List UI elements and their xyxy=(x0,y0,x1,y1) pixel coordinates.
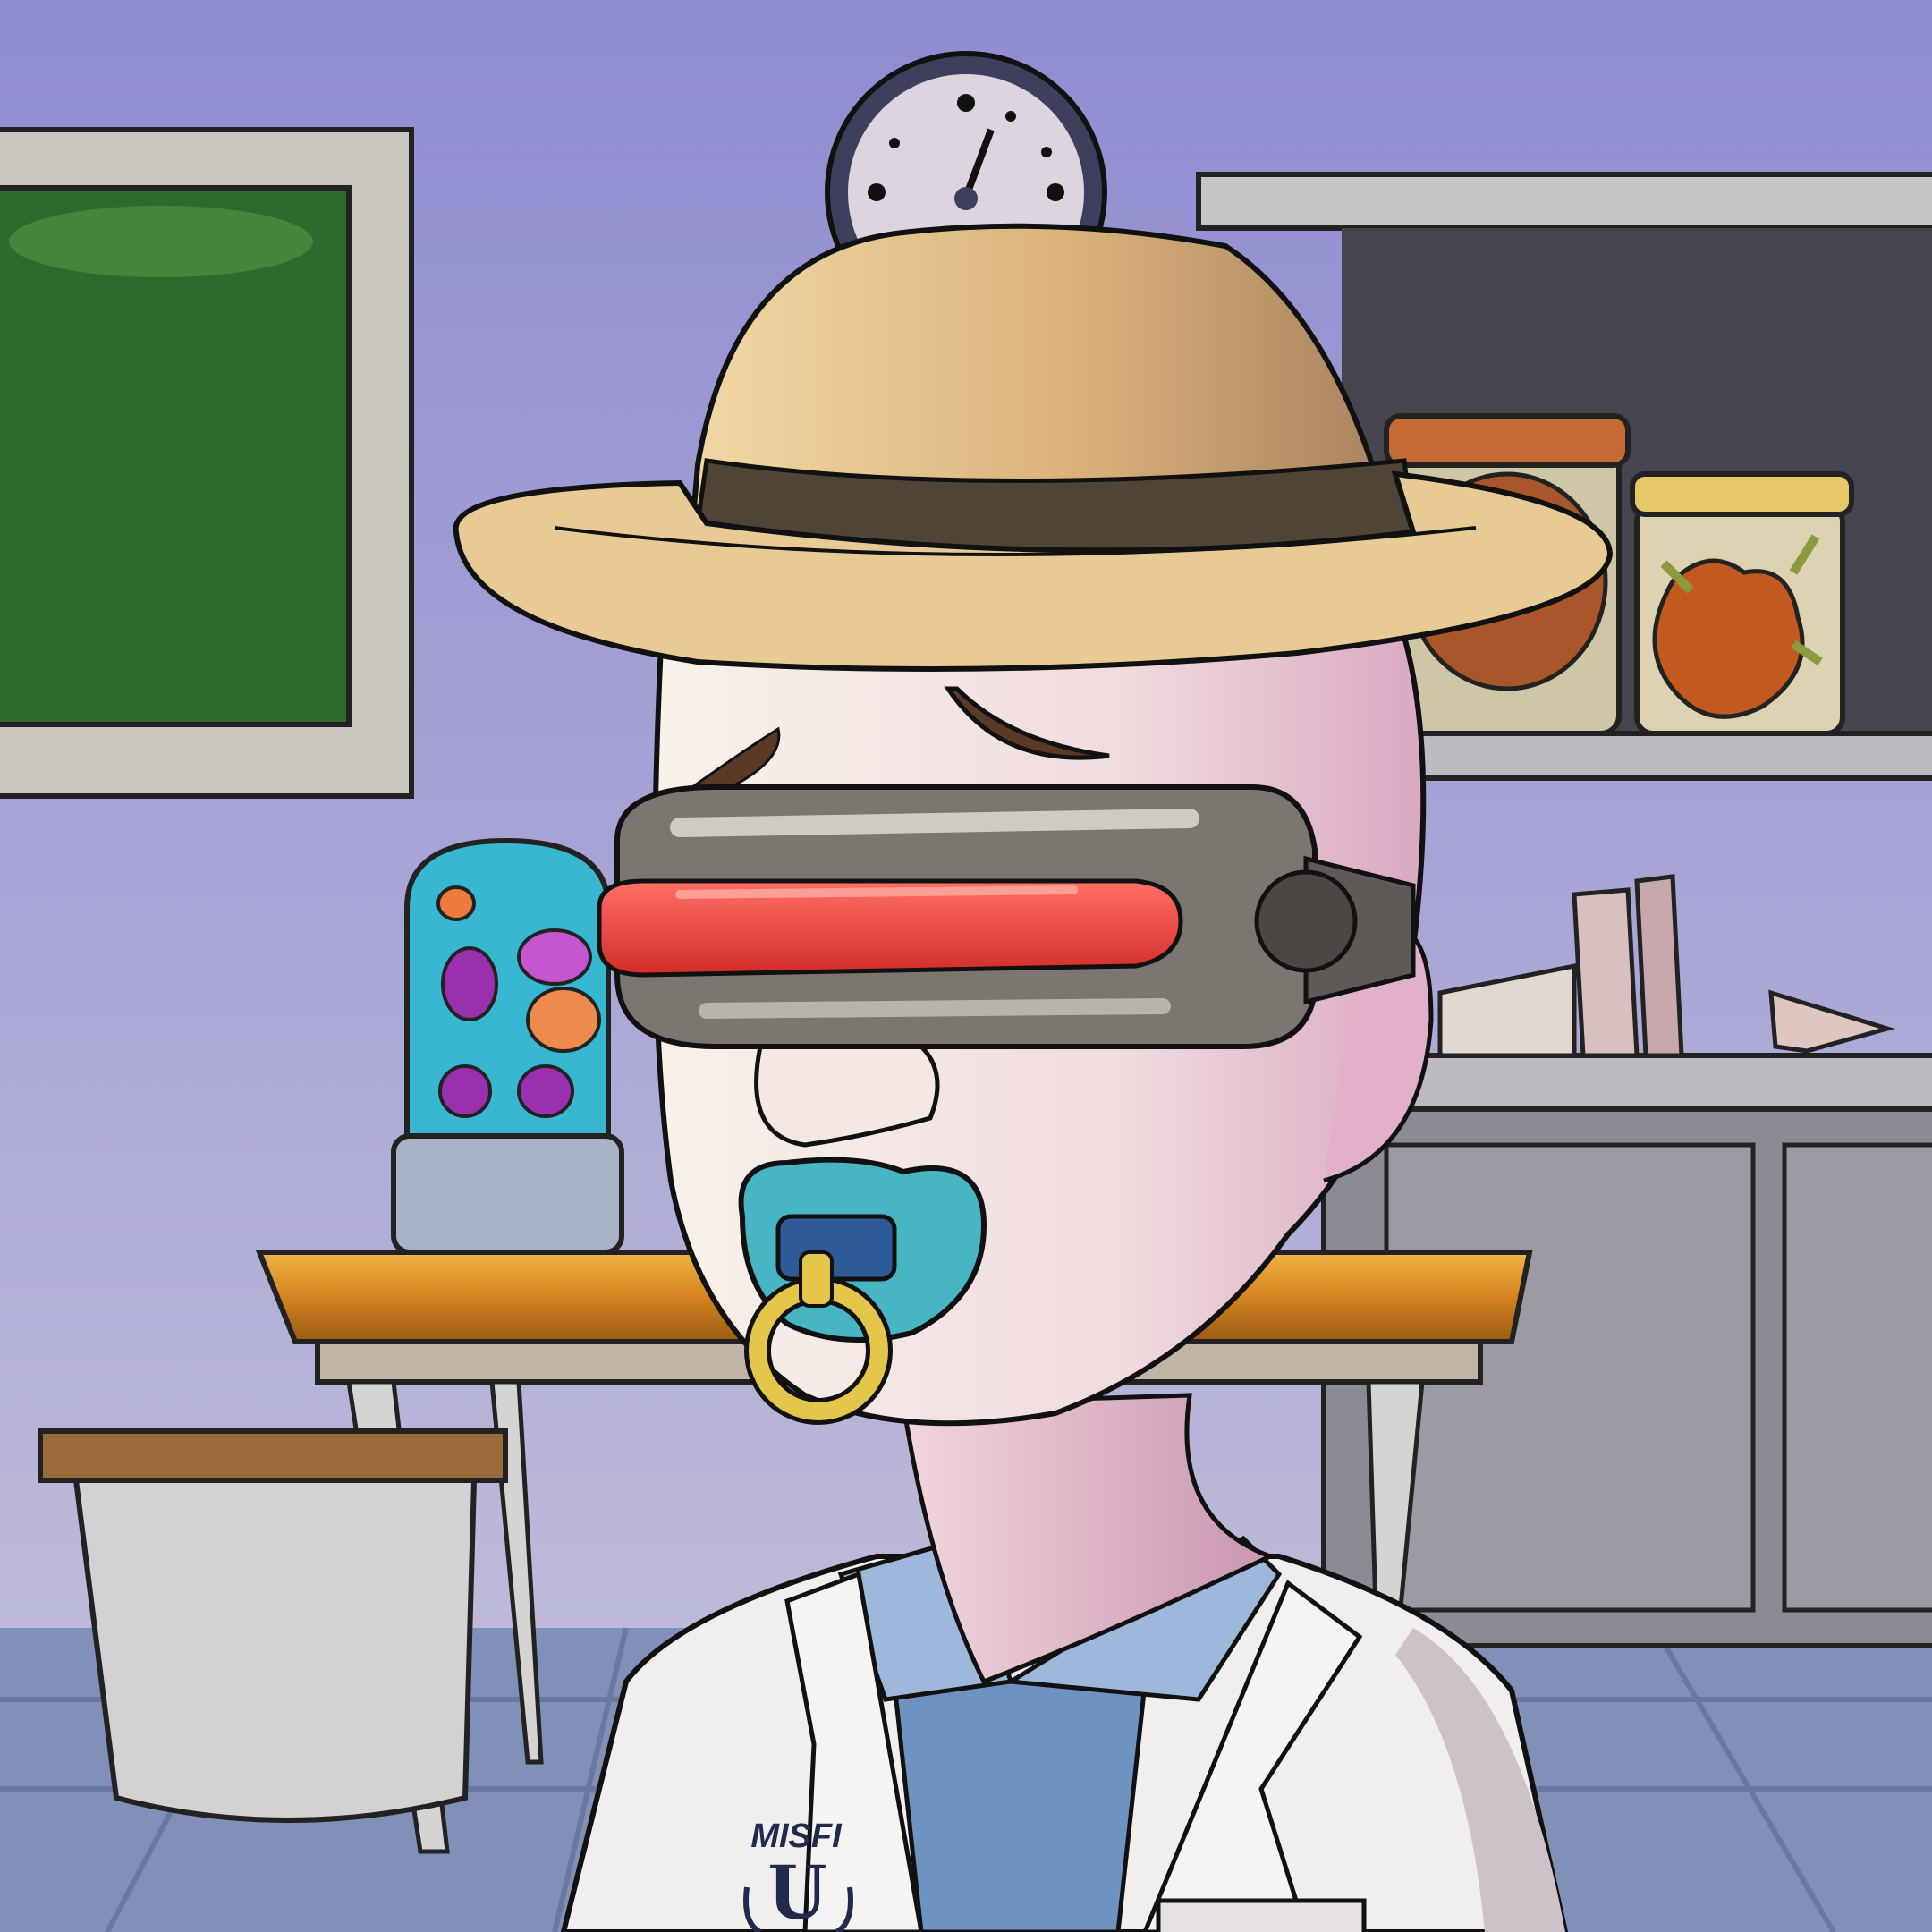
specimen-jar-right xyxy=(1630,471,1854,736)
badge-letter: U xyxy=(768,1845,827,1932)
artwork-canvas: MISFI U xyxy=(0,0,1932,1932)
lava-lamp xyxy=(391,837,624,1255)
chalkboard-glare xyxy=(9,206,313,277)
visor-knob xyxy=(1254,869,1358,973)
coat-pocket xyxy=(1156,1898,1367,1932)
visor xyxy=(597,784,1416,1049)
profile-artwork: MISFI U xyxy=(0,0,1932,1932)
trash-bin xyxy=(38,1428,508,1823)
